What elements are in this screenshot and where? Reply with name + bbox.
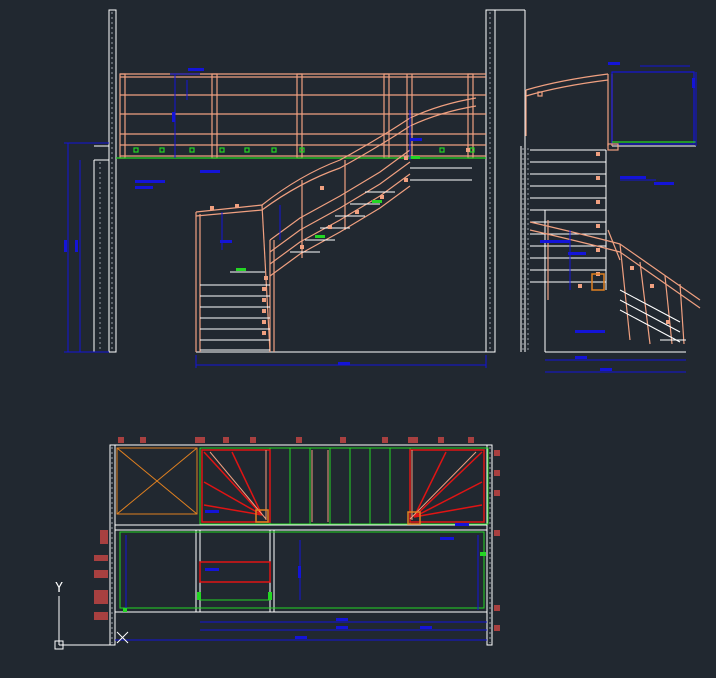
side-tread-marks [578,152,600,288]
plan-newel-posts [255,509,421,525]
plan-green-markers [123,552,486,612]
side-dim-labels [540,62,695,371]
front-lower-treads [200,284,270,351]
plan-lower-run [199,561,271,583]
side-landing [607,71,696,151]
front-dim-labels [64,68,422,365]
ucs-icon [54,596,129,650]
plan-treads [119,447,489,609]
front-upper-treads [230,167,472,273]
side-dimensions [545,65,697,373]
front-upper-tread-marks [210,148,470,249]
plan-view [94,437,500,646]
stair-handrail [195,97,477,353]
plan-dimensions [115,535,487,641]
plan-dim-labels [205,510,469,639]
side-elevation-view [520,62,701,373]
side-treads [530,149,607,290]
front-green-nosings [236,156,420,271]
plan-winder-strings [209,450,477,522]
plan-stairwell-void [116,447,198,515]
ucs-y-label: Y [55,581,63,596]
front-elevation-view [64,9,526,368]
front-dimensions [64,73,487,368]
plan-winders-right [409,449,485,523]
cad-drawing-canvas[interactable]: Y [0,0,716,678]
side-upper-balustrade [525,73,613,146]
